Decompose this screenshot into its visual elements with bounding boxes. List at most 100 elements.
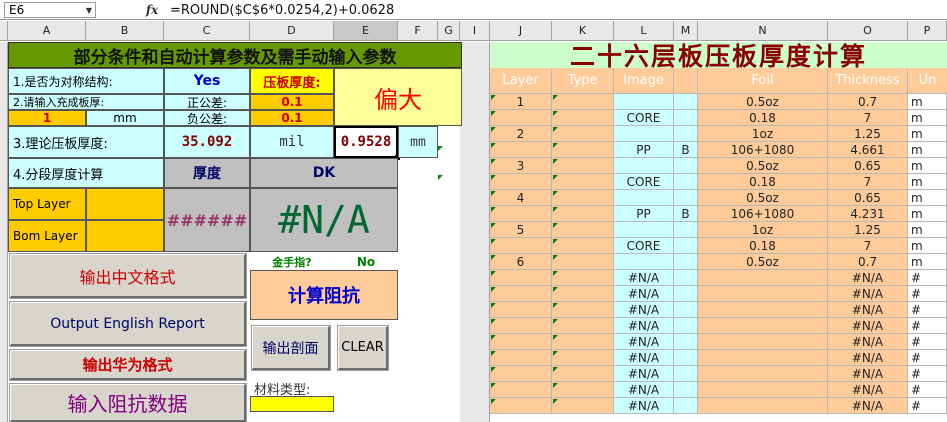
output-section-button[interactable]: 输出剖面 [251, 325, 331, 371]
cell-layer[interactable] [490, 142, 552, 158]
cell-foil[interactable]: 0.18 [698, 174, 828, 190]
cell-foil[interactable] [698, 398, 828, 414]
cell-unit[interactable]: m [908, 126, 947, 142]
board-thickness-input[interactable]: 1 [8, 110, 86, 126]
column-header-f[interactable]: F [398, 21, 438, 41]
cell-image[interactable] [614, 222, 674, 238]
cell-unit[interactable]: m [908, 254, 947, 270]
cell-thickness[interactable]: 1.25 [828, 222, 908, 238]
cell-foil[interactable]: 1oz [698, 222, 828, 238]
cell-foil[interactable]: 0.18 [698, 110, 828, 126]
cell-foil[interactable] [698, 318, 828, 334]
column-header-e[interactable]: E [334, 21, 398, 41]
cell-material-code[interactable] [674, 254, 698, 270]
cell-material-code[interactable] [674, 350, 698, 366]
cell-unit[interactable]: m [908, 174, 947, 190]
cell-foil[interactable]: 106+1080 [698, 142, 828, 158]
cell-type[interactable] [552, 270, 614, 286]
material-type-input[interactable] [250, 396, 334, 412]
bom-layer-value[interactable] [86, 220, 164, 252]
cell-material-code[interactable] [674, 382, 698, 398]
cell-thickness[interactable]: 4.231 [828, 206, 908, 222]
select-all-corner[interactable] [0, 21, 8, 41]
cell-unit[interactable]: m [908, 94, 947, 110]
formula-input[interactable]: =ROUND($C$6*0.0254,2)+0.0628 [166, 2, 666, 18]
cell-foil[interactable]: 0.18 [698, 238, 828, 254]
cell-layer[interactable]: 5 [490, 222, 552, 238]
cell-foil[interactable] [698, 302, 828, 318]
cell-unit[interactable]: # [908, 382, 947, 398]
cell-layer[interactable] [490, 350, 552, 366]
column-header-i[interactable]: I [460, 21, 490, 41]
cell-type[interactable] [552, 142, 614, 158]
cell-image[interactable]: #N/A [614, 382, 674, 398]
cell-unit[interactable]: m [908, 158, 947, 174]
cell-type[interactable] [552, 222, 614, 238]
output-chinese-format-button[interactable]: 输出中文格式 [9, 253, 247, 299]
column-header-b[interactable]: B [86, 21, 164, 41]
column-header-l[interactable]: L [614, 21, 674, 41]
cell-material-code[interactable] [674, 222, 698, 238]
cell-unit[interactable]: m [908, 238, 947, 254]
cell-image[interactable]: #N/A [614, 366, 674, 382]
cell-layer[interactable] [490, 270, 552, 286]
cell-thickness[interactable]: #N/A [828, 398, 908, 414]
chevron-down-icon[interactable]: ▼ [84, 4, 94, 16]
cell-material-code[interactable] [674, 190, 698, 206]
cell-unit[interactable]: m [908, 190, 947, 206]
cell-unit[interactable]: m [908, 222, 947, 238]
cell-thickness[interactable]: 0.65 [828, 190, 908, 206]
cell-material-code[interactable]: B [674, 142, 698, 158]
cell-image[interactable]: CORE [614, 110, 674, 126]
cell-unit[interactable]: m [908, 206, 947, 222]
column-header-p[interactable]: P [908, 21, 947, 41]
cell-material-code[interactable] [674, 110, 698, 126]
cell-foil[interactable] [698, 270, 828, 286]
cell-foil[interactable]: 0.5oz [698, 94, 828, 110]
cell-material-code[interactable] [674, 286, 698, 302]
cell-type[interactable] [552, 126, 614, 142]
cell-thickness[interactable]: #N/A [828, 366, 908, 382]
cell-layer[interactable] [490, 174, 552, 190]
column-header-n[interactable]: N [698, 21, 828, 41]
cell-layer[interactable] [490, 318, 552, 334]
cell-type[interactable] [552, 334, 614, 350]
cell-material-code[interactable] [674, 302, 698, 318]
cell-unit[interactable]: # [908, 398, 947, 414]
cell-image[interactable] [614, 126, 674, 142]
cell-image[interactable]: #N/A [614, 334, 674, 350]
column-header-c[interactable]: C [164, 21, 250, 41]
cell-thickness[interactable]: 0.7 [828, 254, 908, 270]
cell-type[interactable] [552, 158, 614, 174]
pos-tol-input[interactable]: 0.1 [250, 94, 334, 110]
cell-material-code[interactable] [674, 126, 698, 142]
cell-unit[interactable]: # [908, 366, 947, 382]
cell-image[interactable] [614, 94, 674, 110]
cell-layer[interactable]: 6 [490, 254, 552, 270]
cell-layer[interactable] [490, 398, 552, 414]
function-icon[interactable]: fx [144, 2, 160, 18]
cell-foil[interactable]: 0.5oz [698, 158, 828, 174]
cell-image[interactable]: #N/A [614, 286, 674, 302]
cell-material-code[interactable] [674, 398, 698, 414]
cell-material-code[interactable] [674, 270, 698, 286]
cell-foil[interactable] [698, 382, 828, 398]
cell-unit[interactable]: m [908, 110, 947, 126]
cell-image[interactable]: #N/A [614, 270, 674, 286]
cell-layer[interactable]: 2 [490, 126, 552, 142]
name-box[interactable]: E6 [4, 2, 96, 18]
cell-material-code[interactable] [674, 158, 698, 174]
cell-foil[interactable] [698, 350, 828, 366]
cell-thickness[interactable]: #N/A [828, 350, 908, 366]
cell-foil[interactable]: 1oz [698, 126, 828, 142]
cell-type[interactable] [552, 254, 614, 270]
cell-image[interactable]: CORE [614, 238, 674, 254]
cell-image[interactable]: #N/A [614, 398, 674, 414]
cell-layer[interactable]: 4 [490, 190, 552, 206]
column-header-g[interactable]: G [438, 21, 460, 41]
cell-layer[interactable]: 3 [490, 158, 552, 174]
cell-image[interactable]: PP [614, 206, 674, 222]
cell-unit[interactable]: m [908, 142, 947, 158]
cell-thickness[interactable]: 0.7 [828, 94, 908, 110]
calc-impedance-button[interactable]: 计算阻抗 [250, 270, 398, 320]
